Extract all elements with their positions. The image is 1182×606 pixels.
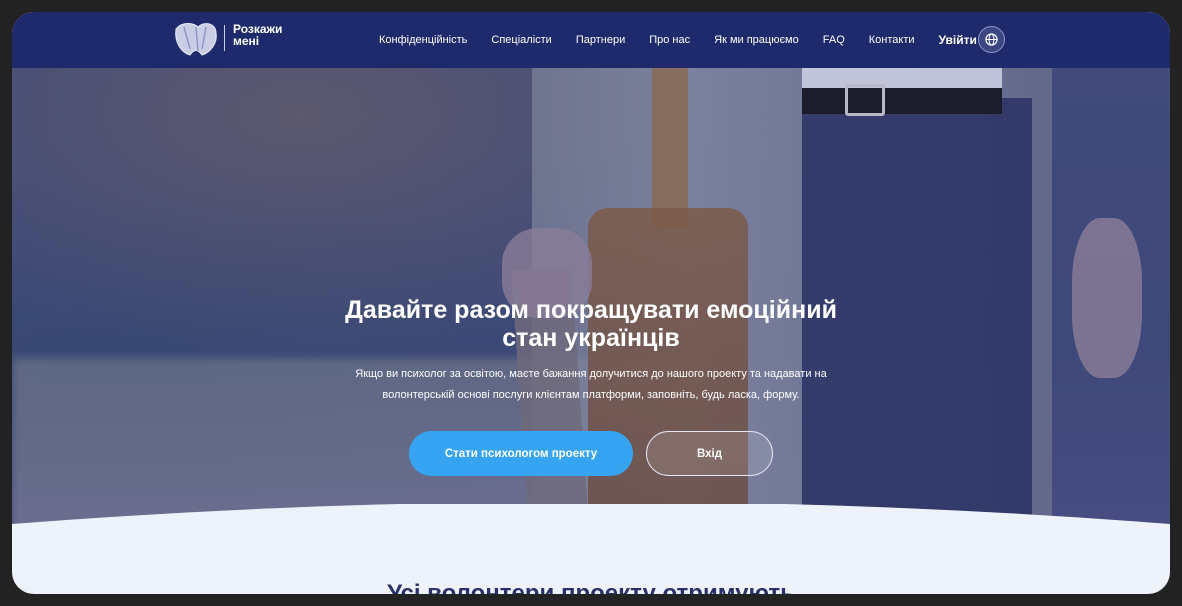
nav-faq[interactable]: FAQ: [823, 34, 845, 46]
section-wave-divider: [12, 504, 1170, 564]
nav-privacy[interactable]: Конфіденційність: [379, 34, 467, 46]
nav-about[interactable]: Про нас: [649, 34, 690, 46]
hero-title-line-1: Давайте разом покращувати емоційний: [345, 296, 837, 324]
nav-contacts[interactable]: Контакти: [869, 34, 915, 46]
logo-text[interactable]: Розкажи мені: [233, 23, 282, 47]
language-button[interactable]: [978, 26, 1005, 53]
site-header: Розкажи мені Конфіденційність Спеціаліст…: [12, 12, 1170, 68]
globe-icon: [985, 33, 998, 46]
logo-icon[interactable]: [172, 19, 220, 59]
logo-divider: [224, 25, 225, 51]
hero-subtitle-line-2: волонтерській основі послуги клієнтам пл…: [382, 389, 800, 401]
hero-subtitle-line-1: Якщо ви психолог за освітою, маєте бажан…: [355, 368, 827, 380]
become-psychologist-button[interactable]: Стати психологом проекту: [409, 431, 633, 476]
hero-section: Давайте разом покращувати емоційний стан…: [12, 68, 1170, 538]
login-link[interactable]: Увійти: [939, 33, 977, 47]
hero-title-line-2: стан українців: [502, 324, 680, 352]
benefits-heading: Усі волонтери проекту отримують: [387, 580, 795, 594]
hero-subtitle: Якщо ви психолог за освітою, маєте бажан…: [12, 364, 1170, 406]
logo-line-2: мені: [233, 34, 260, 48]
browser-frame: Розкажи мені Конфіденційність Спеціаліст…: [12, 12, 1170, 594]
nav-partners[interactable]: Партнери: [576, 34, 625, 46]
nav-specialists[interactable]: Спеціалісти: [491, 34, 551, 46]
login-button[interactable]: Вхід: [646, 431, 773, 476]
hero-title: Давайте разом покращувати емоційний стан…: [12, 296, 1170, 352]
main-nav: Конфіденційність Спеціалісти Партнери Пр…: [379, 12, 999, 68]
nav-how-we-work[interactable]: Як ми працюємо: [714, 34, 799, 46]
